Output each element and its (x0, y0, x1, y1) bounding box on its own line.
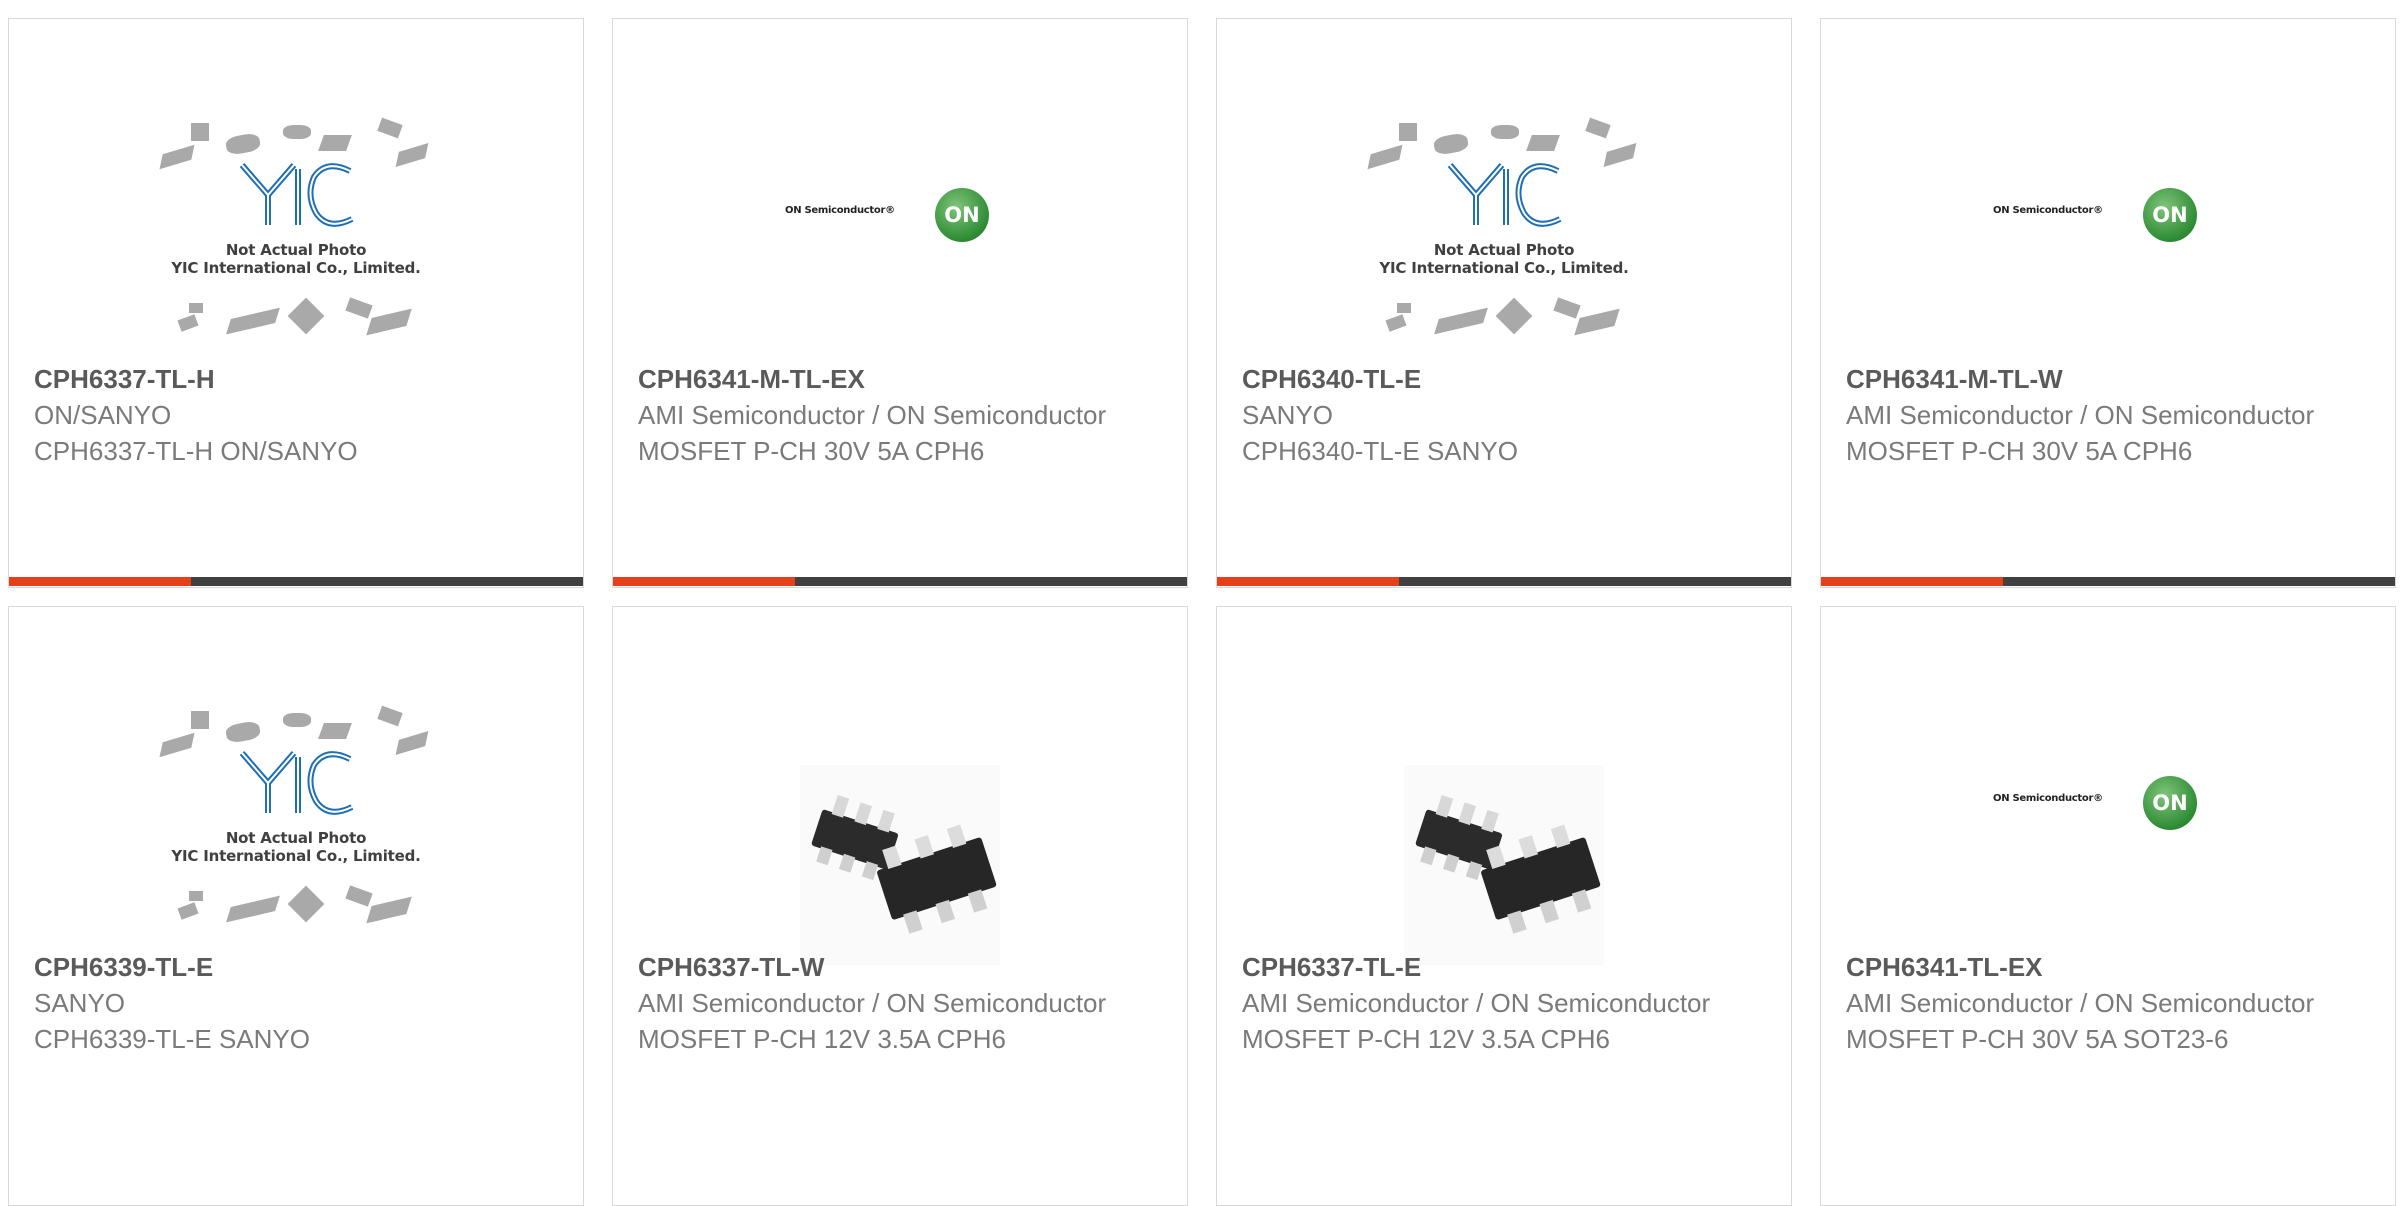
card-bottom-bar (9, 577, 583, 586)
placeholder-caption-line2: YIC International Co., Limited. (171, 259, 421, 277)
placeholder-caption-line1: Not Actual Photo (225, 829, 367, 847)
product-card[interactable]: Not Actual Photo YIC International Co., … (8, 606, 584, 1206)
product-manufacturer: AMI Semiconductor / ON Semiconductor (1242, 988, 1711, 1018)
card-bottom-bar (1217, 577, 1791, 586)
product-manufacturer: AMI Semiconductor / ON Semiconductor (1846, 988, 2315, 1018)
on-semiconductor-logo: ON Semiconductor® ON (1993, 183, 2223, 243)
on-semiconductor-logo: ON Semiconductor® ON (785, 183, 1015, 243)
yic-logo-icon (239, 163, 354, 227)
on-logo-badge-icon: ON (2143, 188, 2197, 242)
product-manufacturer: SANYO (34, 988, 126, 1018)
cph6-package-photo (800, 765, 1000, 965)
product-card[interactable]: ON Semiconductor® ON CPH6341-TL-EX AMI S… (1820, 606, 2396, 1206)
product-description: MOSFET P-CH 30V 5A CPH6 (638, 436, 985, 466)
product-manufacturer: AMI Semiconductor / ON Semiconductor (638, 988, 1107, 1018)
product-card[interactable]: Not Actual Photo YIC International Co., … (1216, 18, 1792, 588)
product-description: CPH6340-TL-E SANYO (1242, 436, 1518, 466)
product-image[interactable] (613, 691, 1187, 965)
on-logo-text: ON Semiconductor® (1993, 793, 2103, 804)
product-part-number[interactable]: CPH6340-TL-E (1242, 361, 1771, 397)
on-semiconductor-logo: ON Semiconductor® ON (1993, 771, 2223, 831)
product-image[interactable]: ON Semiconductor® ON (1821, 103, 2395, 365)
product-description: CPH6339-TL-E SANYO (34, 1024, 310, 1054)
yic-placeholder-image: Not Actual Photo YIC International Co., … (159, 701, 431, 937)
product-description: MOSFET P-CH 12V 3.5A CPH6 (638, 1024, 1006, 1054)
product-image[interactable]: Not Actual Photo YIC International Co., … (1217, 103, 1791, 365)
card-accent-bar (613, 577, 795, 586)
on-logo-badge-icon: ON (2143, 776, 2197, 830)
product-part-number[interactable]: CPH6341-TL-EX (1846, 949, 2375, 985)
product-card[interactable]: Not Actual Photo YIC International Co., … (8, 18, 584, 588)
on-logo-badge-icon: ON (935, 188, 989, 242)
on-logo-text: ON Semiconductor® (1993, 205, 2103, 216)
product-part-number[interactable]: CPH6337-TL-W (638, 949, 1167, 985)
product-image[interactable]: Not Actual Photo YIC International Co., … (9, 691, 583, 953)
product-description: CPH6337-TL-H ON/SANYO (34, 436, 358, 466)
card-accent-bar (1217, 577, 1399, 586)
cph6-package-photo (1404, 765, 1604, 965)
product-part-number[interactable]: CPH6339-TL-E (34, 949, 563, 985)
product-image[interactable] (1217, 691, 1791, 965)
product-card[interactable]: CPH6337-TL-W AMI Semiconductor / ON Semi… (612, 606, 1188, 1206)
card-bottom-bar (613, 577, 1187, 586)
card-bottom-bar (1821, 577, 2395, 586)
product-description: MOSFET P-CH 30V 5A SOT23-6 (1846, 1024, 2229, 1054)
card-accent-bar (1821, 577, 2003, 586)
product-description: MOSFET P-CH 12V 3.5A CPH6 (1242, 1024, 1610, 1054)
yic-logo-icon (239, 751, 354, 815)
product-description: MOSFET P-CH 30V 5A CPH6 (1846, 436, 2193, 466)
product-part-number[interactable]: CPH6337-TL-E (1242, 949, 1771, 985)
product-manufacturer: SANYO (1242, 400, 1334, 430)
product-part-number[interactable]: CPH6341-M-TL-W (1846, 361, 2375, 397)
product-card[interactable]: CPH6337-TL-E AMI Semiconductor / ON Semi… (1216, 606, 1792, 1206)
card-accent-bar (9, 577, 191, 586)
yic-logo-icon (1447, 163, 1562, 227)
product-image[interactable]: Not Actual Photo YIC International Co., … (9, 103, 583, 365)
yic-placeholder-image: Not Actual Photo YIC International Co., … (1367, 113, 1639, 349)
placeholder-caption-line1: Not Actual Photo (1433, 241, 1575, 259)
product-manufacturer: ON/SANYO (34, 400, 172, 430)
placeholder-caption-line1: Not Actual Photo (225, 241, 367, 259)
product-card[interactable]: ON Semiconductor® ON CPH6341-M-TL-EX AMI… (612, 18, 1188, 588)
product-part-number[interactable]: CPH6337-TL-H (34, 361, 563, 397)
product-part-number[interactable]: CPH6341-M-TL-EX (638, 361, 1167, 397)
product-card[interactable]: ON Semiconductor® ON CPH6341-M-TL-W AMI … (1820, 18, 2396, 588)
placeholder-caption-line2: YIC International Co., Limited. (171, 847, 421, 865)
yic-placeholder-image: Not Actual Photo YIC International Co., … (159, 113, 431, 349)
product-image[interactable]: ON Semiconductor® ON (1821, 691, 2395, 953)
product-manufacturer: AMI Semiconductor / ON Semiconductor (638, 400, 1107, 430)
on-logo-text: ON Semiconductor® (785, 205, 895, 216)
placeholder-caption-line2: YIC International Co., Limited. (1379, 259, 1629, 277)
product-image[interactable]: ON Semiconductor® ON (613, 103, 1187, 365)
product-manufacturer: AMI Semiconductor / ON Semiconductor (1846, 400, 2315, 430)
